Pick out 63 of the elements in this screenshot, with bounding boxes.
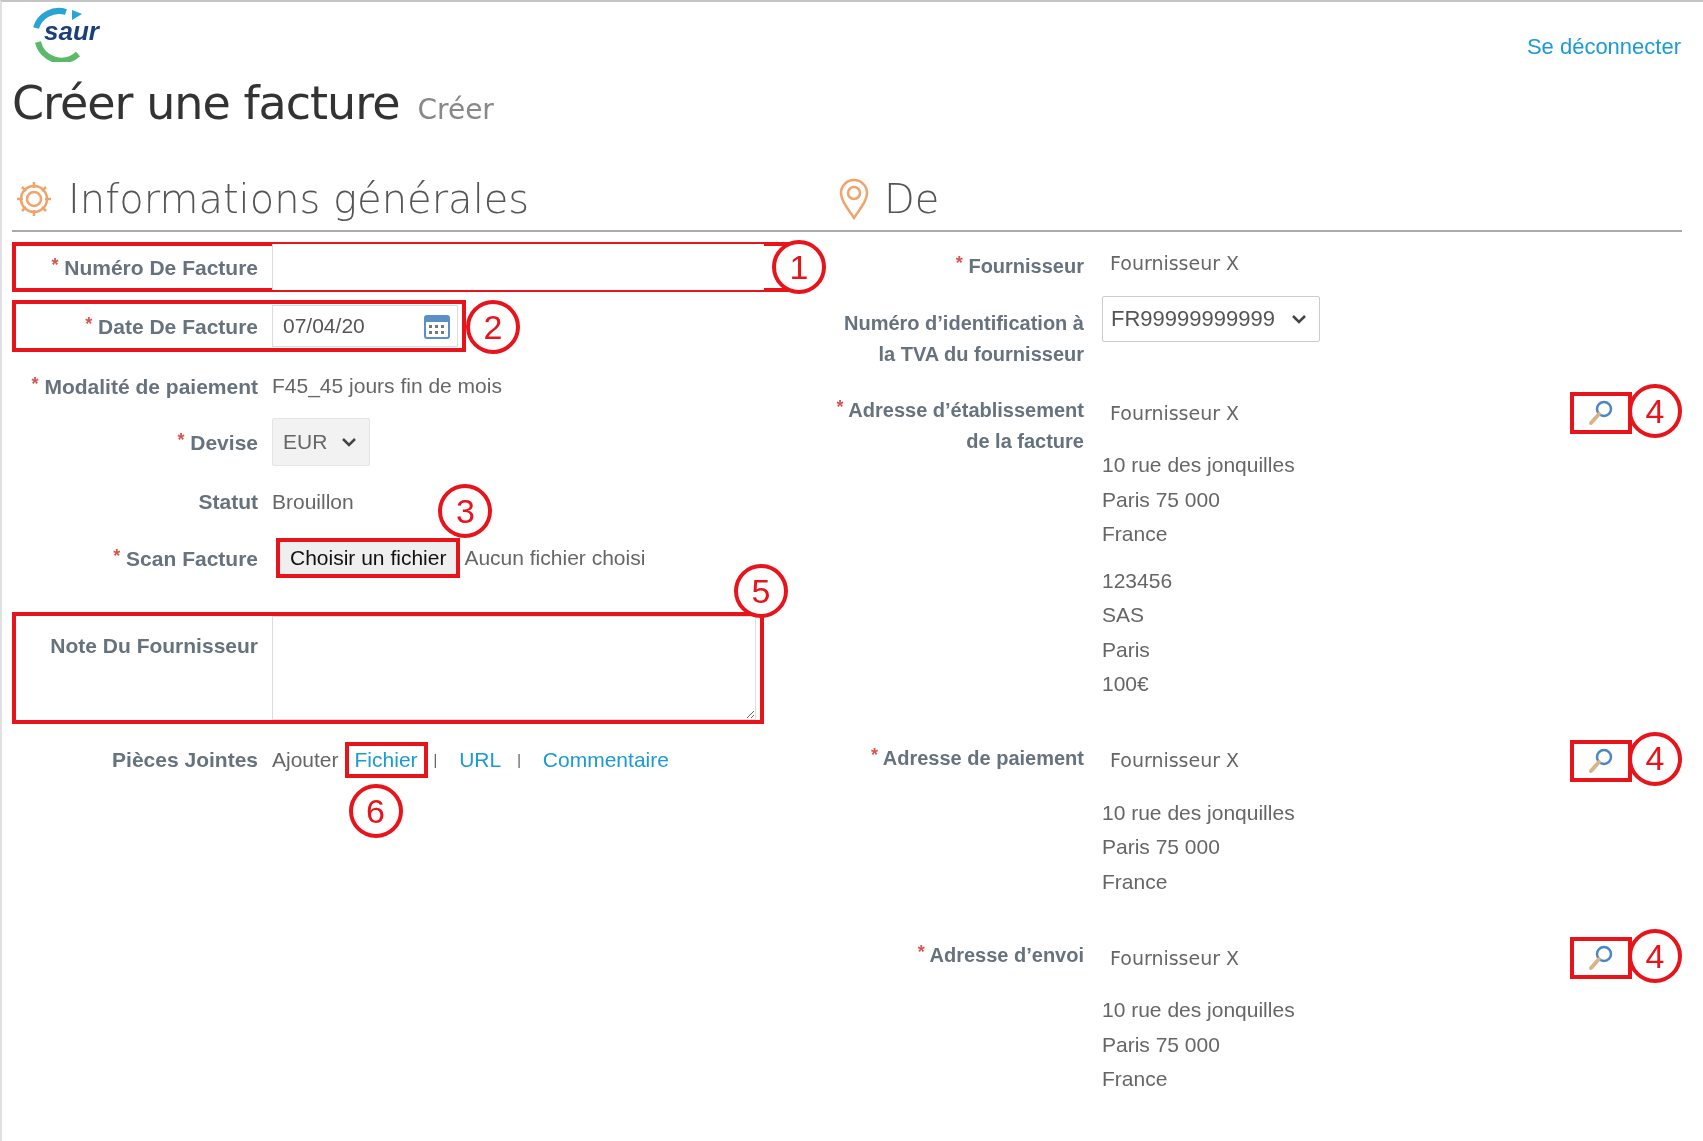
- callout-number: 5: [734, 564, 788, 618]
- field-label: Statut: [197, 490, 259, 514]
- address-line: 123456: [1102, 567, 1174, 594]
- choose-file-button[interactable]: Choisir un fichier: [276, 538, 461, 578]
- location-pin-icon: [838, 178, 870, 220]
- attachment-link[interactable]: Fichier: [344, 742, 428, 778]
- page-subtitle: Créer: [417, 93, 494, 126]
- gear-icon: [14, 179, 54, 219]
- chevron-icon: [341, 437, 358, 447]
- field-label: $^{*}$ Modalité de paiement: [30, 373, 259, 399]
- address-line: Paris: [1102, 636, 1151, 663]
- field-value: Fournisseur X: [1109, 748, 1240, 773]
- separator-text: |: [517, 752, 521, 768]
- address-line: France: [1102, 1066, 1169, 1092]
- page-title: Créer une facture: [12, 76, 400, 130]
- calendar-icon[interactable]: [423, 312, 451, 340]
- address-line: France: [1102, 868, 1169, 895]
- field-label: Note Du Fournisseur: [49, 633, 259, 658]
- date-field[interactable]: 07/04/20: [272, 305, 458, 347]
- field-label: $^{*}$ Scan Facture: [112, 545, 259, 571]
- address-line: SAS: [1102, 602, 1146, 628]
- vat-select[interactable]: FR99999999999: [1102, 296, 1320, 342]
- address-line: Paris 75 000: [1102, 834, 1221, 860]
- field-label: $^{*}$ Numéro De Facture: [50, 254, 259, 280]
- attachment-link[interactable]: Commentaire: [532, 742, 679, 778]
- callout-number: 6: [348, 784, 403, 838]
- note-field[interactable]: [272, 616, 756, 720]
- search-button[interactable]: [1570, 739, 1632, 782]
- field-value: Fournisseur X: [1109, 251, 1240, 276]
- logo: saur: [26, 6, 108, 62]
- field-label: $^{*}$ Fournisseur: [954, 252, 1085, 279]
- section-title: Informations générales: [68, 176, 530, 222]
- section-title: De: [884, 176, 940, 222]
- field-label: $^{*}$ Devise: [176, 429, 259, 455]
- field-label: Pièces Jointes: [111, 748, 259, 772]
- address-line: Paris 75 000: [1102, 486, 1221, 513]
- currency-select[interactable]: EUR: [272, 418, 371, 466]
- address-line: 100€: [1102, 671, 1150, 697]
- search-button[interactable]: [1570, 937, 1632, 979]
- field-label: $^{*}$ Adresse d’envoi: [916, 941, 1085, 968]
- field-value: F45_45 jours fin de mois: [272, 374, 502, 398]
- address-line: France: [1102, 521, 1169, 547]
- add-label: Ajouter: [272, 748, 339, 772]
- field-label: $^{*}$ Adresse de paiement: [869, 743, 1085, 771]
- field-value: Fournisseur X: [1109, 400, 1240, 426]
- address-line: 10 rue des jonquilles: [1102, 799, 1296, 826]
- callout-number: 3: [438, 484, 493, 538]
- field-label: Numéro d’identification à la TVA du fournisseur: [842, 311, 1085, 367]
- address-line: 10 rue des jonquilles: [1102, 997, 1296, 1023]
- separator-text: |: [433, 752, 438, 768]
- chevron-icon: [1290, 314, 1307, 324]
- address-line: 10 rue des jonquilles: [1102, 452, 1296, 478]
- field-label: $^{*}$ Date De Facture: [84, 313, 259, 339]
- logout-link[interactable]: Se déconnecter: [1526, 34, 1681, 60]
- address-line: Paris 75 000: [1102, 1031, 1221, 1058]
- field-value: Brouillon: [272, 490, 354, 514]
- search-button[interactable]: [1570, 392, 1632, 434]
- invoice-number-field[interactable]: [272, 244, 764, 290]
- file-status: Aucun fichier choisi: [464, 546, 646, 570]
- callout-number: 2: [466, 300, 520, 354]
- field-value: Fournisseur X: [1109, 945, 1240, 971]
- field-label: $^{*}$ Adresse d’établissement de la facture: [835, 396, 1085, 454]
- attachment-link[interactable]: URL: [449, 742, 512, 778]
